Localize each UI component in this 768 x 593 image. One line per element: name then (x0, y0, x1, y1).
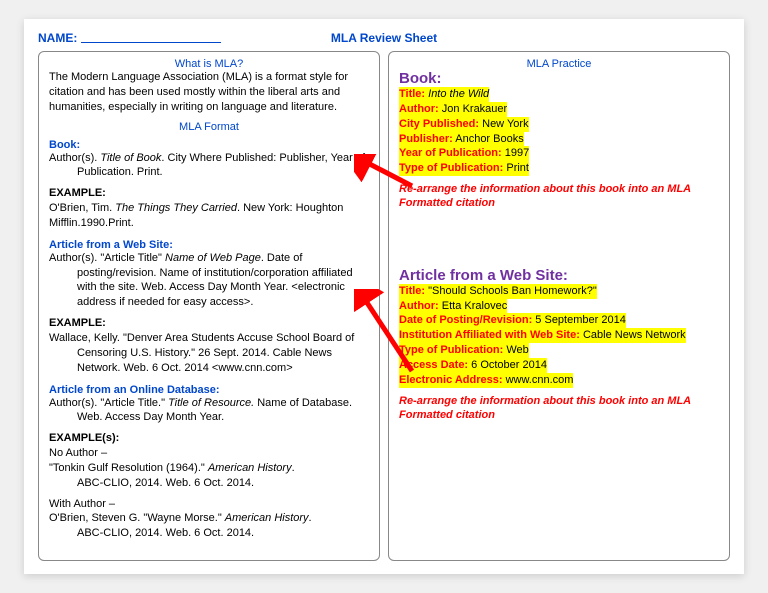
book-field-year: Year of Publication: 1997 (399, 146, 719, 161)
withauth-1: O'Brien, Steven G. "Wayne Morse." (49, 512, 225, 524)
right-column: MLA Practice Book: Title: Into the Wild … (388, 51, 730, 561)
w-author-l: Author: (399, 300, 439, 312)
web-template: Author(s). "Article Title" Name of Web P… (49, 251, 369, 266)
db-heading: Article from an Online Database: (49, 384, 369, 396)
instruction-2: Re-arrange the information about this bo… (399, 394, 719, 423)
mla-practice-heading: MLA Practice (399, 58, 719, 70)
example-book: O'Brien, Tim. The Things They Carried. N… (49, 201, 369, 231)
intro-text: The Modern Language Association (MLA) is… (49, 70, 369, 115)
instruction-1: Re-arrange the information about this bo… (399, 182, 719, 211)
columns: What is MLA? The Modern Language Associa… (38, 51, 730, 561)
db-tpl-italic: Title of Resource. (168, 397, 254, 409)
book-tpl-italic: Title of Book (100, 152, 161, 164)
b-title-v: Into the Wild (425, 88, 489, 100)
w-access-l: Access Date: (399, 359, 468, 371)
b-pub-l: Publisher: (399, 133, 453, 145)
web-field-addr: Electronic Address: www.cnn.com (399, 373, 719, 388)
w-date-l: Date of Posting/Revision: (399, 314, 532, 326)
withauth-indent: ABC-CLIO, 2014. Web. 6 Oct. 2014. (49, 526, 369, 541)
w-date-v: 5 September 2014 (532, 314, 626, 326)
web-tpl-indent: posting/revision. Name of institution/co… (49, 266, 369, 311)
book-field-author: Author: Jon Krakauer (399, 102, 719, 117)
noauth-1: "Tonkin Gulf Resolution (1964)." (49, 462, 208, 474)
noauth-2: . (292, 462, 295, 474)
book-field-type: Type of Publication: Print (399, 161, 719, 176)
ex-web-indent: Censoring U.S. History." 26 Sept. 2014. … (49, 346, 369, 376)
b-city-l: City Published: (399, 118, 479, 130)
withauth-2: . (309, 512, 312, 524)
w-inst-l: Institution Affiliated with Web Site: (399, 329, 580, 341)
ex-book-1: O'Brien, Tim. (49, 202, 115, 214)
book-tpl-1: Author(s). (49, 152, 100, 164)
b-type-v: Print (503, 162, 529, 174)
web-tpl-1: Author(s). "Article Title" (49, 252, 165, 264)
example-heading-2: EXAMPLE: (49, 316, 369, 331)
db-tpl-indent: Web. Access Day Month Year. (49, 410, 369, 425)
withauth-italic: American History (225, 512, 309, 524)
b-year-v: 1997 (502, 147, 530, 159)
page: NAME: MLA Review Sheet What is MLA? The … (24, 19, 744, 574)
page-title: MLA Review Sheet (331, 31, 437, 45)
db-tpl-1: Author(s). "Article Title." (49, 397, 168, 409)
b-city-v: New York (479, 118, 529, 130)
book-heading-right: Book: (399, 70, 719, 87)
b-pub-v: Anchor Books (453, 133, 524, 145)
ex-book-italic: The Things They Carried (115, 202, 237, 214)
web-heading-right: Article from a Web Site: (399, 267, 719, 284)
noauth-indent: ABC-CLIO, 2014. Web. 6 Oct. 2014. (49, 476, 369, 491)
web-heading-left: Article from a Web Site: (49, 239, 369, 251)
what-is-mla-heading: What is MLA? (49, 58, 369, 70)
name-input-line[interactable] (81, 29, 221, 43)
web-tpl-2: . Date of (261, 252, 303, 264)
noauth-italic: American History (208, 462, 292, 474)
book-field-title: Title: Into the Wild (399, 87, 719, 102)
db-template: Author(s). "Article Title." Title of Res… (49, 396, 369, 411)
web-field-access: Access Date: 6 October 2014 (399, 358, 719, 373)
ex-web-1: Wallace, Kelly. "Denver Area Students Ac… (49, 331, 369, 346)
w-access-v: 6 October 2014 (468, 359, 547, 371)
w-type-l: Type of Publication: (399, 344, 503, 356)
b-author-l: Author: (399, 103, 439, 115)
no-author-label: No Author – (49, 446, 369, 461)
book-field-publisher: Publisher: Anchor Books (399, 132, 719, 147)
web-tpl-italic: Name of Web Page (165, 252, 261, 264)
book-field-city: City Published: New York (399, 117, 719, 132)
book-tpl-2: . City Where Published: Publisher, Year … (161, 152, 365, 164)
left-column: What is MLA? The Modern Language Associa… (38, 51, 380, 561)
w-addr-l: Electronic Address: (399, 374, 503, 386)
w-addr-v: www.cnn.com (503, 374, 574, 386)
examples-heading: EXAMPLE(s): (49, 431, 369, 446)
db-tpl-2: Name of Database. (254, 397, 352, 409)
w-author-v: Etta Kralovec (439, 300, 507, 312)
example-heading-1: EXAMPLE: (49, 186, 369, 201)
book-tpl-indent: Publication. Print. (49, 165, 369, 180)
b-year-l: Year of Publication: (399, 147, 502, 159)
w-inst-v: Cable News Network (580, 329, 686, 341)
web-field-inst: Institution Affiliated with Web Site: Ca… (399, 328, 719, 343)
web-field-author: Author: Etta Kralovec (399, 299, 719, 314)
book-template: Author(s). Title of Book. City Where Pub… (49, 151, 369, 166)
b-type-l: Type of Publication: (399, 162, 503, 174)
with-author-line: O'Brien, Steven G. "Wayne Morse." Americ… (49, 511, 369, 526)
b-title-l: Title: (399, 88, 425, 100)
w-title-v: "Should Schools Ban Homework?" (425, 285, 597, 297)
book-heading-left: Book: (49, 139, 369, 151)
web-field-title: Title: "Should Schools Ban Homework?" (399, 284, 719, 299)
no-author-line: "Tonkin Gulf Resolution (1964)." America… (49, 461, 369, 476)
web-field-type: Type of Publication: Web (399, 343, 719, 358)
mla-format-heading: MLA Format (49, 121, 369, 133)
web-field-date: Date of Posting/Revision: 5 September 20… (399, 313, 719, 328)
b-author-v: Jon Krakauer (439, 103, 507, 115)
name-label: NAME: (38, 31, 77, 45)
with-author-label: With Author – (49, 497, 369, 512)
w-type-v: Web (503, 344, 528, 356)
w-title-l: Title: (399, 285, 425, 297)
